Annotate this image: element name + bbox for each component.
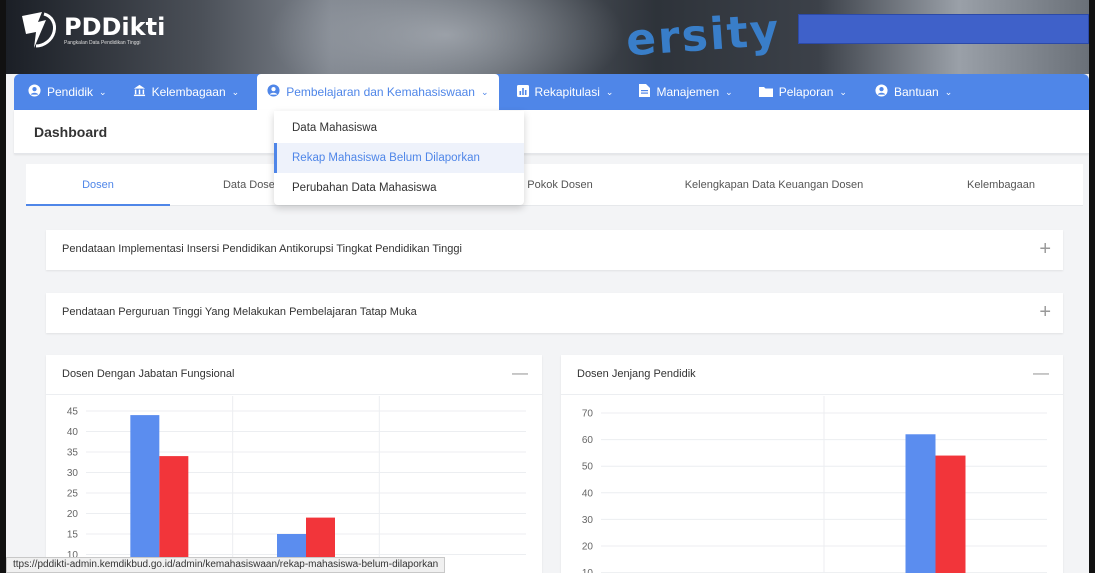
nav-label: Manajemen (656, 85, 720, 99)
user-circle-icon (875, 84, 888, 100)
chevron-down-icon: ⌄ (231, 86, 240, 97)
tab-kelengkapan-keuangan[interactable]: Kelengkapan Data Keuangan Dosen (684, 164, 864, 206)
y-tick-label: 35 (67, 448, 79, 459)
page-title: Dashboard (34, 124, 108, 140)
accordion-title: Pendataan Implementasi Insersi Pendidika… (62, 243, 462, 255)
nav-item-pendidik[interactable]: Pendidik ⌄ (18, 74, 117, 110)
nav-item-pelaporan[interactable]: Pelaporan ⌄ (749, 74, 857, 110)
dashboard-content: Pendataan Implementasi Insersi Pendidika… (26, 206, 1083, 573)
y-tick-label: 45 (67, 407, 79, 418)
chart-jabatan-fungsional: 1015202530354045 (67, 396, 526, 573)
plus-icon[interactable]: + (1039, 238, 1051, 261)
tab-dosen[interactable]: Dosen (26, 164, 170, 206)
banner-word: ersity (624, 4, 783, 67)
y-tick-label: 40 (582, 488, 594, 499)
institution-icon (133, 84, 146, 100)
menu-item-data-mahasiswa[interactable]: Data Mahasiswa (274, 113, 524, 143)
y-tick-label: 60 (582, 435, 594, 446)
y-tick-label: 50 (582, 462, 594, 473)
y-tick-label: 20 (582, 542, 594, 553)
brand-name: PDDikti (64, 13, 166, 41)
banner-glow (266, 0, 626, 74)
nav-label: Rekapitulasi (534, 85, 600, 99)
chevron-down-icon: ⌄ (605, 86, 614, 97)
user-circle-icon (28, 84, 41, 100)
nav-item-rekapitulasi[interactable]: Rekapitulasi ⌄ (507, 74, 624, 110)
document-icon (639, 84, 651, 100)
y-tick-label: 70 (582, 409, 594, 420)
chart-title: Dosen Jenjang Pendidik (577, 368, 696, 380)
nav-item-manajemen[interactable]: Manajemen ⌄ (629, 74, 742, 110)
chevron-down-icon: ⌄ (725, 86, 733, 97)
chevron-down-icon: ⌄ (944, 86, 953, 97)
dashboard-header: Dashboard (14, 110, 1089, 154)
redacted-user-box (798, 14, 1089, 44)
chart-jenjang-pendidik: 10 20 30 40 50 60 70 (582, 396, 1047, 573)
nav-label: Pendidik (47, 85, 94, 99)
plus-icon[interactable]: + (1039, 301, 1051, 324)
y-tick-label: 40 (67, 427, 79, 438)
chart-card-jabatan-fungsional: Dosen Dengan Jabatan Fungsional — 10 15 20… (46, 355, 542, 573)
pembelajaran-dropdown-menu: Data Mahasiswa Rekap Mahasiswa Belum Dil… (274, 111, 524, 205)
nav-item-kelembagaan[interactable]: Kelembagaan ⌄ (123, 74, 250, 110)
minimize-icon[interactable]: — (512, 365, 528, 383)
nav-label: Kelembagaan (151, 85, 226, 99)
main-navbar: Pendidik ⌄ Kelembagaan ⌄ Pembelajaran da… (14, 74, 1089, 110)
y-tick-label: 20 (67, 509, 79, 520)
header-banner: ersity PDDikti Pangkalan Data Pendidikan… (6, 0, 1089, 74)
chevron-down-icon: ⌄ (839, 86, 847, 97)
menu-item-perubahan-data-mahasiswa[interactable]: Perubahan Data Mahasiswa (274, 173, 524, 203)
nav-item-bantuan[interactable]: Bantuan ⌄ (865, 74, 962, 110)
accordion-title: Pendataan Perguruan Tinggi Yang Melakuka… (62, 306, 417, 318)
accordion-tatap-muka[interactable]: Pendataan Perguruan Tinggi Yang Melakuka… (46, 293, 1063, 333)
chevron-down-icon: ⌄ (480, 86, 489, 97)
user-circle-icon (267, 84, 280, 100)
app-frame: ersity PDDikti Pangkalan Data Pendidikan… (6, 0, 1089, 573)
nav-label: Pelaporan (778, 85, 834, 99)
status-url-bar: ttps://pddikti-admin.kemdikbud.go.id/adm… (6, 557, 446, 573)
bar-series-2 (935, 455, 966, 573)
nav-label: Pembelajaran dan Kemahasiswaan (286, 85, 475, 99)
y-tick-label: 30 (582, 515, 594, 526)
minimize-icon[interactable]: — (1033, 365, 1049, 383)
nav-label: Bantuan (893, 85, 939, 99)
nav-item-pembelajaran[interactable]: Pembelajaran dan Kemahasiswaan ⌄ (257, 74, 499, 110)
tab-pokok-dosen[interactable]: Pokok Dosen (520, 164, 600, 206)
bar-chart-icon (516, 84, 529, 100)
bar-series-2 (159, 456, 189, 573)
y-tick-label: 30 (67, 468, 79, 479)
bar-series-1 (905, 434, 936, 573)
chart-card-jenjang-pendidik: Dosen Jenjang Pendidik — 10 20 30 40 50 60 70 (561, 355, 1063, 573)
folder-icon (758, 85, 773, 100)
y-tick-label: 15 (67, 530, 79, 541)
y-tick-label: 10 (582, 568, 594, 573)
accordion-antikorupsi[interactable]: Pendataan Implementasi Insersi Pendidika… (46, 230, 1063, 270)
tab-kelembagaan[interactable]: Kelembagaan (951, 164, 1051, 206)
y-tick-label: 25 (67, 489, 79, 500)
chart-title: Dosen Dengan Jabatan Fungsional (62, 368, 235, 380)
chevron-down-icon: ⌄ (99, 86, 107, 97)
pddikti-logo-icon (22, 12, 56, 48)
menu-item-rekap-mahasiswa-belum-dilaporkan[interactable]: Rekap Mahasiswa Belum Dilaporkan (274, 143, 524, 173)
logo[interactable]: PDDikti Pangkalan Data Pendidikan Tinggi (16, 8, 165, 52)
dashboard-tabs: Dosen Data Dosen Pokok Dosen Kelengkapan… (26, 164, 1083, 206)
bar-series-1 (130, 415, 160, 573)
